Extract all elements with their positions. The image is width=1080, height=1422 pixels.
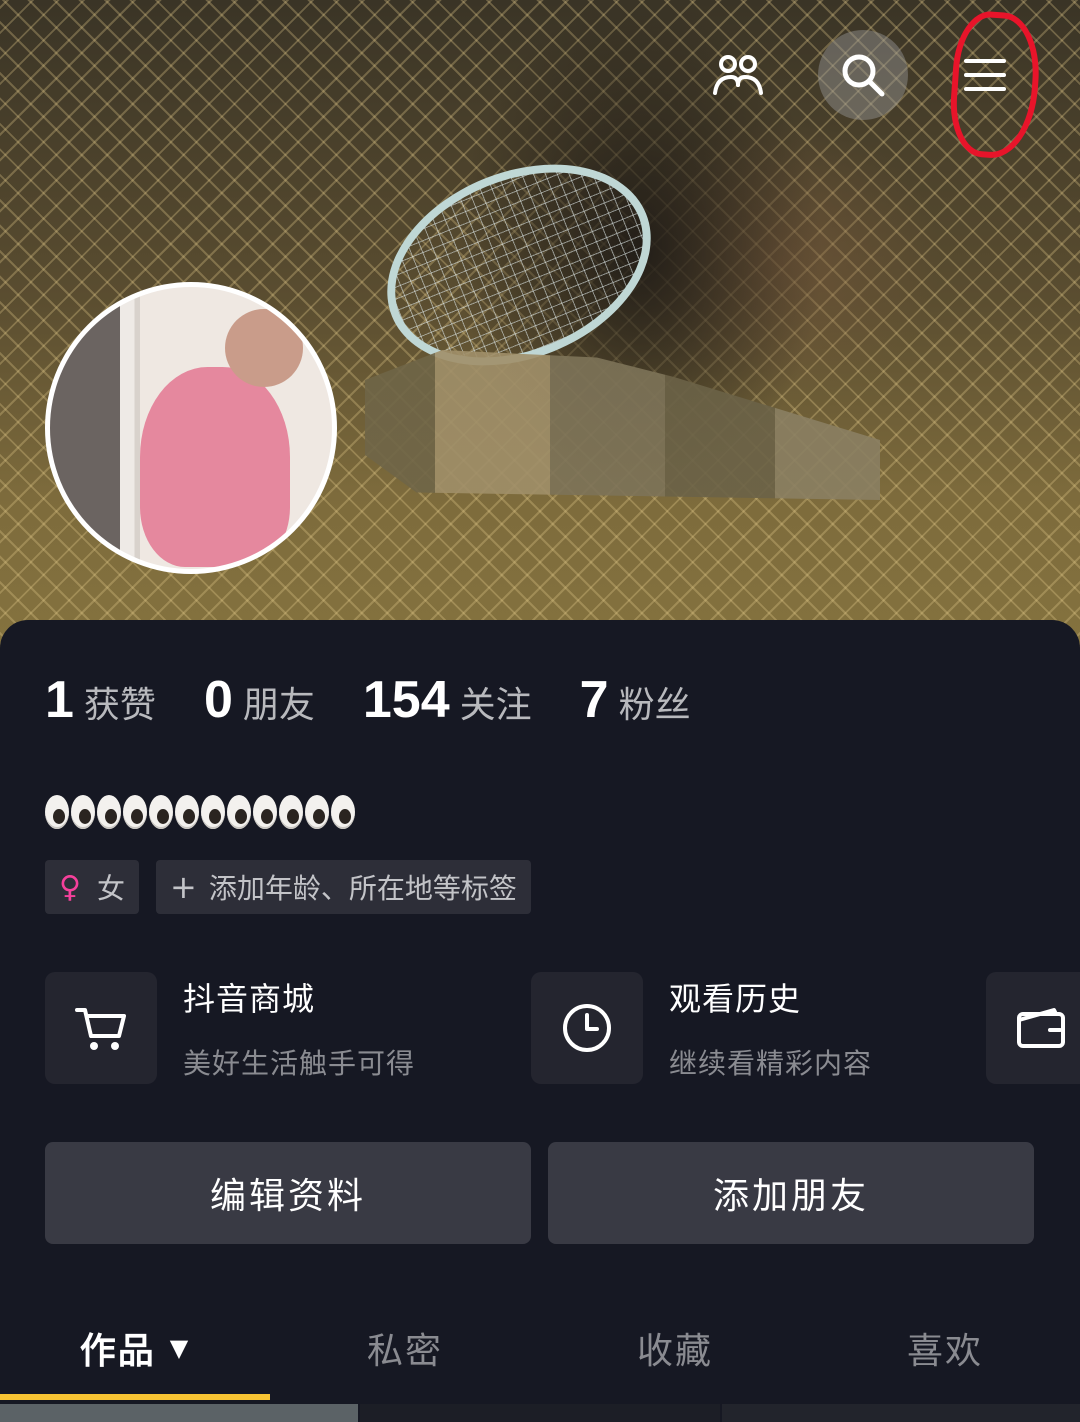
search-icon [842, 54, 885, 97]
shortcut-watch-history[interactable]: 观看历史 继续看精彩内容 [531, 972, 872, 1084]
stat-likes[interactable]: 1 获赞 [45, 670, 156, 730]
eyes-emoji [331, 795, 355, 829]
shortcut-title: 观看历史 [669, 980, 802, 1018]
active-tab-indicator [0, 1394, 270, 1400]
tab-works[interactable]: 作品 ▼ [0, 1300, 270, 1396]
wallet-icon [1017, 1008, 1065, 1048]
add-friend-button[interactable]: 添加朋友 [548, 1142, 1034, 1244]
stat-followers[interactable]: 7 粉丝 [580, 670, 691, 730]
eyes-emoji [149, 795, 173, 829]
shortcut-title: 抖音商城 [183, 980, 316, 1018]
gender-tag[interactable]: ♀ 女 [45, 860, 139, 914]
stat-value: 1 [45, 671, 74, 729]
shortcut-douyin-mall[interactable]: 抖音商城 美好生活触手可得 [45, 972, 415, 1084]
friends-button[interactable] [693, 30, 783, 120]
add-tags-button[interactable]: + 添加年龄、所在地等标签 [156, 860, 531, 914]
avatar[interactable] [45, 282, 337, 574]
search-button[interactable] [818, 30, 908, 120]
shortcut-icon-box [986, 972, 1080, 1084]
tab-favorites[interactable]: 收藏 [540, 1300, 810, 1396]
edit-profile-button[interactable]: 编辑资料 [45, 1142, 531, 1244]
stat-label: 粉丝 [618, 685, 691, 726]
tab-likes[interactable]: 喜欢 [810, 1300, 1080, 1396]
shortcut-wallet[interactable] [986, 972, 1080, 1084]
stat-value: 7 [579, 671, 609, 729]
shortcut-icon-box [45, 972, 157, 1084]
cover-mosaic-region [365, 350, 880, 500]
shortcut-subtitle: 继续看精彩内容 [669, 1047, 873, 1080]
shortcut-subtitle: 美好生活触手可得 [183, 1047, 416, 1080]
video-thumbnail[interactable] [360, 1404, 720, 1422]
tab-private[interactable]: 私密 [270, 1300, 540, 1396]
shortcut-icon-box [531, 972, 643, 1084]
female-icon: ♀ [59, 869, 81, 905]
tab-label: 喜欢 [906, 1331, 983, 1372]
add-tags-label: 添加年龄、所在地等标签 [208, 872, 517, 905]
video-thumbnail[interactable] [0, 1404, 358, 1422]
stat-value: 154 [362, 671, 450, 729]
eyes-emoji [201, 795, 225, 829]
profile-tags: ♀ 女 + 添加年龄、所在地等标签 [45, 860, 531, 914]
clock-icon [563, 1004, 611, 1052]
tab-label: 私密 [366, 1331, 443, 1372]
content-tabs: 作品 ▼ 私密 收藏 喜欢 [0, 1300, 1080, 1400]
avatar-figure-body [140, 367, 290, 567]
stat-label: 获赞 [83, 685, 156, 726]
video-grid-top [0, 1404, 1080, 1422]
stat-label: 朋友 [242, 685, 315, 726]
avatar-figure-head [225, 309, 303, 387]
stat-label: 关注 [459, 685, 532, 726]
stat-following[interactable]: 154 关注 [363, 670, 532, 730]
eyes-emoji [45, 795, 69, 829]
eyes-emoji [97, 795, 121, 829]
eyes-emoji [253, 795, 277, 829]
video-thumbnail[interactable] [722, 1404, 1080, 1422]
bio-text [45, 795, 355, 835]
eyes-emoji [175, 795, 199, 829]
avatar-photo-edge [50, 287, 120, 569]
caret-down-icon: ▼ [169, 1334, 191, 1362]
tab-label: 收藏 [636, 1331, 713, 1372]
gender-label: 女 [96, 872, 125, 905]
eyes-emoji [279, 795, 303, 829]
plus-icon: + [170, 868, 197, 906]
eyes-emoji [305, 795, 329, 829]
tab-label: 作品 [79, 1331, 156, 1372]
friends-icon [713, 55, 763, 95]
eyes-emoji [227, 795, 251, 829]
cart-icon [75, 1008, 126, 1050]
eyes-emoji [123, 795, 147, 829]
stat-value: 0 [203, 671, 233, 729]
eyes-emoji [71, 795, 95, 829]
profile-stats: 1 获赞 0 朋友 154 关注 7 粉丝 [45, 670, 739, 734]
stat-friends[interactable]: 0 朋友 [204, 670, 315, 730]
